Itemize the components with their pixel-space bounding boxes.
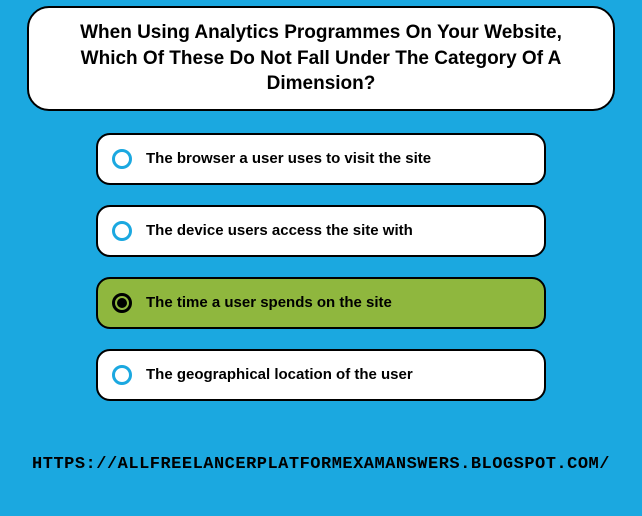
option-2[interactable]: The time a user spends on the site bbox=[96, 277, 546, 329]
radio-icon bbox=[112, 221, 132, 241]
radio-dot-icon bbox=[117, 298, 127, 308]
option-1[interactable]: The device users access the site with bbox=[96, 205, 546, 257]
radio-icon bbox=[112, 365, 132, 385]
option-0[interactable]: The browser a user uses to visit the sit… bbox=[96, 133, 546, 185]
options-list: The browser a user uses to visit the sit… bbox=[96, 133, 546, 401]
option-3[interactable]: The geographical location of the user bbox=[96, 349, 546, 401]
option-label: The geographical location of the user bbox=[146, 365, 413, 385]
question-text: When Using Analytics Programmes On Your … bbox=[80, 22, 562, 94]
footer-url: https://allfreelancerplatformexamanswers… bbox=[0, 455, 642, 474]
option-label: The time a user spends on the site bbox=[146, 293, 392, 313]
question-card: When Using Analytics Programmes On Your … bbox=[27, 6, 615, 111]
radio-icon bbox=[112, 149, 132, 169]
radio-icon bbox=[112, 293, 132, 313]
option-label: The device users access the site with bbox=[146, 221, 413, 241]
option-label: The browser a user uses to visit the sit… bbox=[146, 149, 431, 169]
